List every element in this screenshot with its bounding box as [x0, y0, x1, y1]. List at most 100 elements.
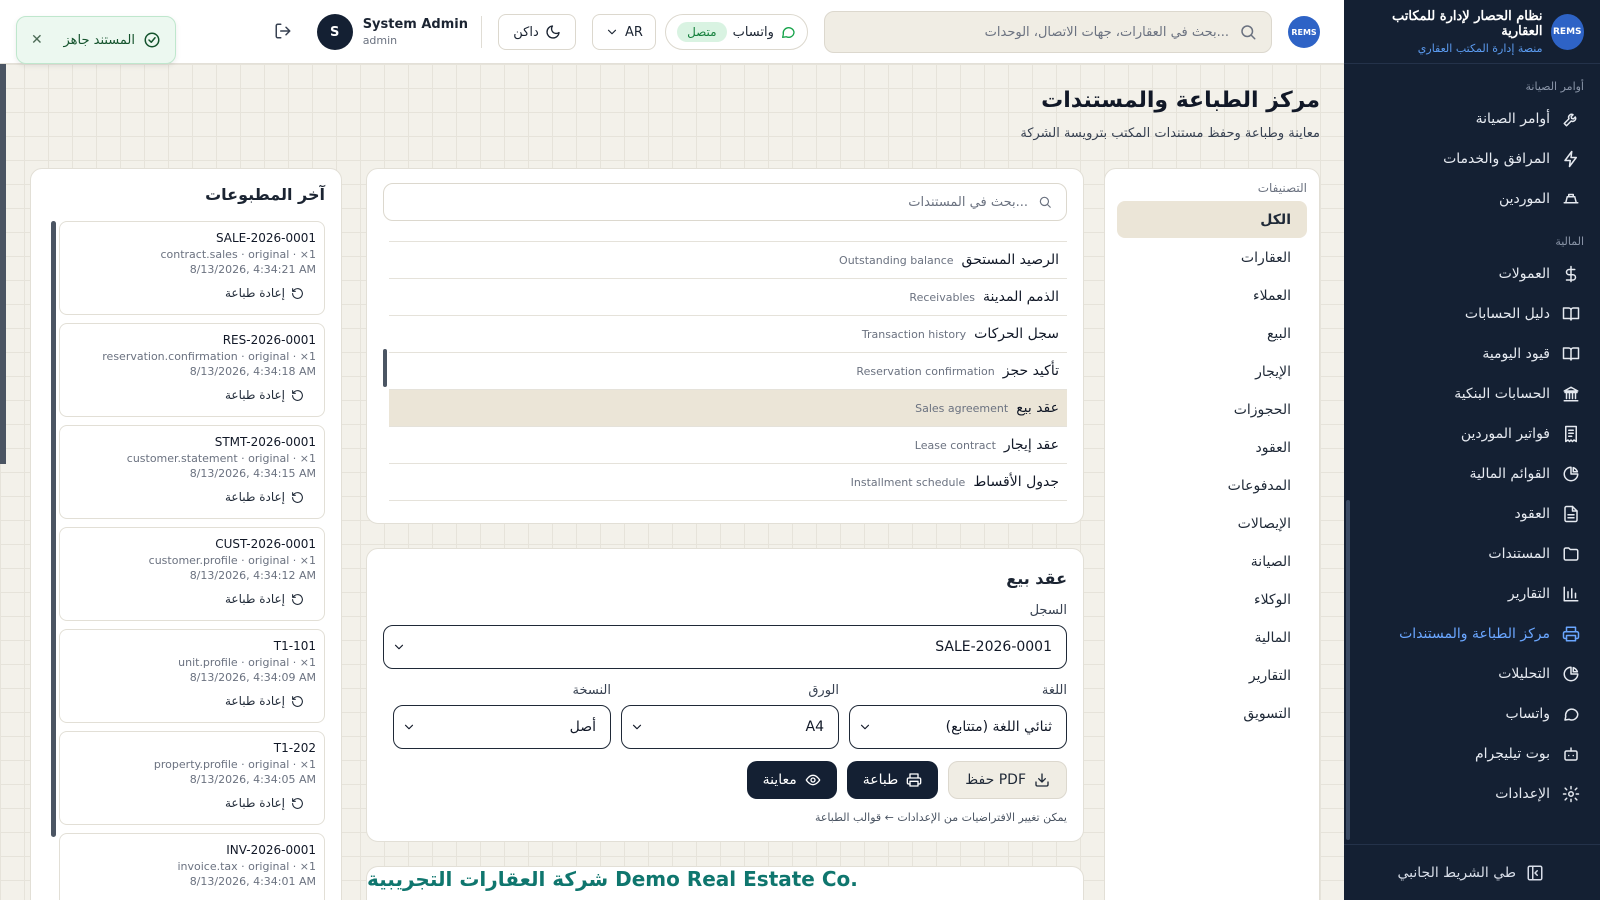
category-item[interactable]: العقارات: [1117, 239, 1307, 276]
document-row[interactable]: Receivables الذمم المدينة: [389, 279, 1067, 316]
documents-search-input[interactable]: بحث في المستندات...: [383, 183, 1067, 221]
page-title: مركز الطباعة والمستندات: [1041, 88, 1320, 113]
page-scrollbar[interactable]: [0, 64, 6, 464]
document-row[interactable]: Transaction history سجل الحركات: [389, 316, 1067, 353]
sidebar-item-label: الإعدادات: [1495, 786, 1550, 802]
toast-notification: ✕ المستند جاهز: [16, 16, 176, 64]
preview-company-title: شركة العقارات التجريبية Demo Real Estate…: [367, 867, 858, 891]
print-button[interactable]: طباعة: [846, 761, 939, 799]
reprint-button[interactable]: إعادة طباعة: [68, 490, 304, 504]
document-row[interactable]: Outstanding balance الرصيد المستحق: [389, 242, 1067, 279]
print-template-meta: customer.statement · original · ×1: [126, 452, 316, 465]
documents-scrollbar[interactable]: [383, 349, 387, 387]
sidebar-item-label: التقارير: [1507, 586, 1550, 602]
reprint-button[interactable]: إعادة طباعة: [68, 796, 304, 810]
document-name-ar: تأكيد حجز: [1002, 363, 1059, 379]
sidebar-item[interactable]: بوت تيليجرام: [1344, 734, 1600, 774]
document-row[interactable]: Reservation confirmation تأكيد حجز: [389, 353, 1067, 390]
sidebar-item[interactable]: القوائم المالية: [1344, 454, 1600, 494]
recent-print-card: T1-202 property.profile · original · ×1 …: [59, 731, 325, 825]
sidebar-item[interactable]: الموردين: [1344, 179, 1600, 219]
category-item[interactable]: العقود: [1117, 429, 1307, 466]
sidebar-item[interactable]: فواتير الموردين: [1344, 414, 1600, 454]
theme-label: داكن: [513, 24, 539, 40]
category-item[interactable]: الحجوزات: [1117, 391, 1307, 428]
print-record-id: T1-101: [273, 639, 316, 653]
category-item[interactable]: التسويق: [1117, 695, 1307, 732]
page-subtitle: معاينة وطباعة وحفظ مستندات المكتب بترويس…: [1020, 126, 1320, 141]
close-icon[interactable]: ✕: [31, 32, 43, 48]
sidebar-nav: أوامر الصيانة أوامر الصيانة المرافق والخدم…: [1344, 80, 1600, 814]
language-select[interactable]: ثنائي اللغة (متتابع): [849, 705, 1067, 749]
receipt-icon: [1562, 425, 1580, 443]
documents-search-placeholder: بحث في المستندات...: [908, 194, 1028, 210]
refresh-icon: [291, 797, 304, 810]
sidebar-item-label: واتساب: [1505, 706, 1550, 722]
document-preview: شركة العقارات التجريبية Demo Real Estate…: [366, 866, 1084, 900]
paper-select[interactable]: A4: [621, 705, 839, 749]
category-item[interactable]: البيع: [1117, 315, 1307, 352]
logout-icon[interactable]: [274, 22, 292, 40]
document-name-ar: سجل الحركات: [974, 326, 1059, 342]
sidebar-item-label: فواتير الموردين: [1460, 426, 1550, 442]
sidebar-item[interactable]: الحسابات البنكية: [1344, 374, 1600, 414]
document-name-en: Reservation confirmation: [856, 364, 995, 378]
sidebar-item[interactable]: التحليلات: [1344, 654, 1600, 694]
download-icon: [1034, 772, 1050, 788]
book-icon: [1562, 305, 1580, 323]
category-item[interactable]: الإيجار: [1117, 353, 1307, 390]
sidebar-item[interactable]: دليل الحسابات: [1344, 294, 1600, 334]
sidebar-item-label: المرافق والخدمات: [1443, 151, 1550, 167]
global-search-input[interactable]: بحث في العقارات، جهات الاتصال، الوحدات..…: [824, 11, 1272, 53]
book-open-icon: [1562, 345, 1580, 363]
sidebar-item[interactable]: أوامر الصيانة: [1344, 99, 1600, 139]
category-item[interactable]: المالية: [1117, 619, 1307, 656]
chevron-down-icon: [858, 720, 872, 734]
category-item[interactable]: الإيصالات: [1117, 505, 1307, 542]
sidebar-scrollbar[interactable]: [1346, 500, 1350, 840]
sidebar-item[interactable]: المستندات: [1344, 534, 1600, 574]
categories-panel: التصنيفات الكل العقارات العملاء البيع الإيجا…: [1104, 168, 1320, 900]
sidebar-item-label: بوت تيليجرام: [1474, 746, 1550, 762]
category-item[interactable]: الكل: [1117, 201, 1307, 238]
sidebar-item-label: مركز الطباعة والمستندات: [1399, 626, 1550, 642]
category-item[interactable]: التقارير: [1117, 657, 1307, 694]
printer-icon: [906, 772, 922, 788]
chevron-down-icon: [630, 720, 644, 734]
document-name-ar: الذمم المدينة: [983, 289, 1059, 305]
collapse-sidebar-button[interactable]: طي الشريط الجانبي: [1344, 844, 1600, 900]
sidebar-item-label: الموردين: [1498, 191, 1550, 207]
print-template-meta: unit.profile · original · ×1: [178, 656, 316, 669]
recent-prints-scrollbar[interactable]: [51, 221, 56, 837]
category-item[interactable]: الوكلاء: [1117, 581, 1307, 618]
copy-select[interactable]: أصل: [393, 705, 611, 749]
dollar-icon: [1562, 265, 1580, 283]
sidebar-item[interactable]: العمولات: [1344, 254, 1600, 294]
sidebar-item[interactable]: العقود: [1344, 494, 1600, 534]
sidebar-item[interactable]: المرافق والخدمات: [1344, 139, 1600, 179]
category-item[interactable]: المدفوعات: [1117, 467, 1307, 504]
sidebar-item[interactable]: قيود اليومية: [1344, 334, 1600, 374]
category-item[interactable]: الصيانة: [1117, 543, 1307, 580]
preview-button[interactable]: معاينة: [746, 761, 837, 799]
whatsapp-status-button[interactable]: متصل واتساب: [665, 14, 808, 50]
document-row[interactable]: Installment schedule جدول الأقساط: [389, 464, 1067, 501]
record-select[interactable]: SALE-2026-0001: [383, 625, 1067, 669]
collapse-label: طي الشريط الجانبي: [1397, 864, 1516, 881]
reprint-button[interactable]: إعادة طباعة: [68, 694, 304, 708]
sidebar-item[interactable]: الإعدادات: [1344, 774, 1600, 814]
language-switcher[interactable]: AR: [592, 14, 656, 50]
sidebar-item[interactable]: مركز الطباعة والمستندات: [1344, 614, 1600, 654]
document-row[interactable]: Sales agreement عقد بيع: [389, 390, 1067, 427]
theme-toggle[interactable]: داكن: [498, 14, 576, 50]
topbar-logo[interactable]: REMS: [1288, 16, 1320, 48]
user-menu[interactable]: S System Admin admin: [316, 12, 468, 52]
reprint-button[interactable]: إعادة طباعة: [68, 388, 304, 402]
save-pdf-button[interactable]: حفظ PDF: [948, 761, 1067, 799]
reprint-button[interactable]: إعادة طباعة: [68, 592, 304, 606]
sidebar-item[interactable]: واتساب: [1344, 694, 1600, 734]
sidebar-item[interactable]: التقارير: [1344, 574, 1600, 614]
document-row[interactable]: Lease contract عقد إيجار: [389, 427, 1067, 464]
reprint-button[interactable]: إعادة طباعة: [68, 286, 304, 300]
category-item[interactable]: العملاء: [1117, 277, 1307, 314]
